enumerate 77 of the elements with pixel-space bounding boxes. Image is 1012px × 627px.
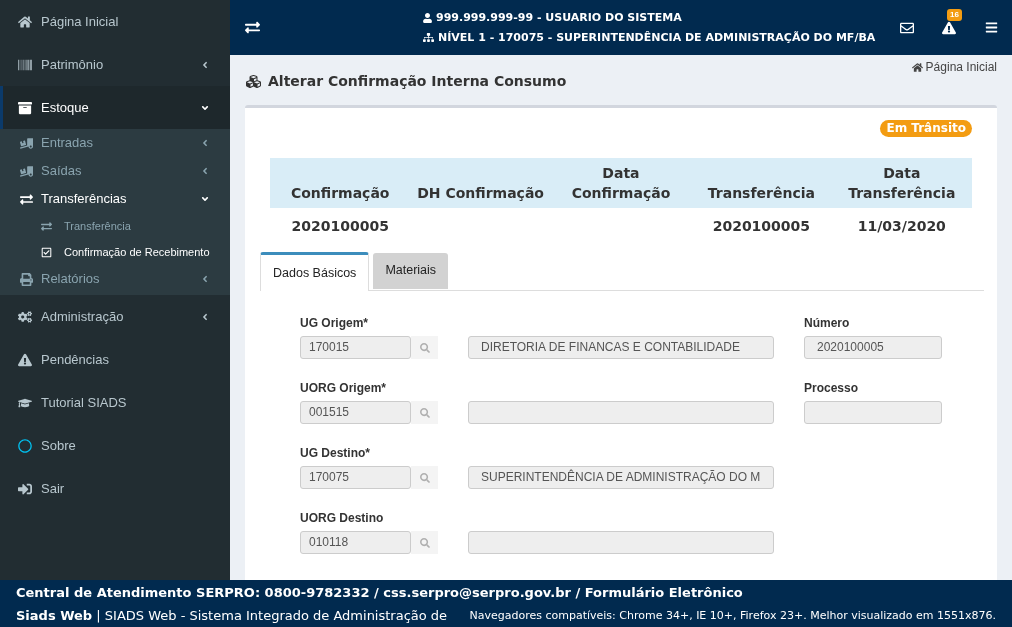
description-field[interactable] (468, 531, 774, 554)
table-cell: 2020100005 (291, 218, 389, 234)
sidebar-item[interactable]: Estoque (0, 86, 230, 129)
printer-icon (20, 272, 33, 286)
search-icon (419, 407, 430, 418)
user-name: 999.999.999-99 - USUARIO DO SISTEMA (436, 10, 682, 25)
code-field[interactable]: 010118 (300, 531, 411, 554)
cubes-icon (245, 73, 262, 89)
exchange-arrows-icon (245, 20, 260, 35)
field-label: UG Origem* (300, 315, 368, 332)
gears-icon (18, 309, 32, 324)
system-name-text: Siads Web | SIADS Web - Sistema Integrado de Administração de (16, 607, 448, 625)
search-button[interactable] (411, 401, 438, 424)
archive-box-icon (18, 100, 32, 115)
submenu-item[interactable]: Transferências (0, 185, 230, 213)
text-field[interactable] (804, 401, 942, 424)
exchange-arrows-icon (20, 192, 33, 206)
contact-text: Central de Atendimento SERPRO: 0800-9782332 / css.serpro@serpro.gov.br / Formulário Eletrônico (16, 584, 743, 602)
field-label: UORG Origem* (300, 380, 386, 397)
tab[interactable]: Materiais (373, 253, 449, 289)
field-label: UG Destino* (300, 445, 370, 462)
user-icon (423, 12, 432, 23)
sidebar-item[interactable]: Pendências (0, 338, 230, 381)
field-label: Processo (804, 380, 859, 397)
column-header: Data Confirmação (571, 165, 671, 201)
exchange-arrows-icon (41, 220, 52, 232)
column-header: Transferência (707, 185, 815, 201)
field-label: UORG Destino (300, 510, 384, 527)
sitemap-icon (423, 32, 434, 43)
field-label: Número (804, 315, 850, 332)
hand-truck-icon (20, 164, 33, 178)
code-field[interactable]: 170015 (300, 336, 411, 359)
search-button[interactable] (411, 466, 438, 489)
description-field[interactable] (468, 401, 774, 424)
envelope-icon (900, 20, 914, 35)
tab[interactable]: Dados Básicos (260, 252, 370, 291)
search-button[interactable] (411, 336, 438, 359)
column-header: Confirmação (290, 185, 390, 201)
sidebar-item[interactable]: Página Inicial (0, 0, 230, 43)
submenu-item[interactable]: Saídas (0, 157, 230, 185)
submenu-item[interactable]: Transferência (0, 213, 230, 239)
warning-icon (942, 20, 956, 35)
submenu-item[interactable]: Relatórios (0, 265, 230, 293)
submenu-item[interactable]: Entradas (0, 129, 230, 157)
status-badge: Em Trânsito (880, 120, 972, 137)
sidebar-item[interactable]: Sobre (0, 424, 230, 467)
column-header: Data Transferência (848, 165, 956, 201)
page-title: Alterar Confirmação Interna Consumo (268, 71, 567, 91)
sidebar-item[interactable]: Tutorial SIADS (0, 381, 230, 424)
browser-support-text: Navegadores compatíveis: Chrome 34+, IE 10+, Firefox 23+. Melhor visualizado em 1551x876. (469, 608, 996, 624)
code-field[interactable]: 170075 (300, 466, 411, 489)
breadcrumb-link[interactable]: Página Inicial (911, 58, 997, 76)
search-icon (419, 342, 430, 353)
code-field[interactable]: 001515 (300, 401, 411, 424)
search-icon (419, 472, 430, 483)
sidebar-item[interactable]: Patrimônio (0, 43, 230, 86)
text-field[interactable]: 2020100005 (804, 336, 942, 359)
home-icon (911, 61, 923, 73)
submenu-item[interactable]: Confirmação de Recebimento (0, 239, 230, 265)
menu-icon (984, 21, 998, 34)
search-button[interactable] (411, 531, 438, 554)
sidebar-item[interactable]: Sair (0, 467, 230, 510)
notification-badge: 16 (947, 9, 962, 21)
barcode-icon (18, 57, 32, 72)
description-field[interactable]: DIRETORIA DE FINANCAS E CONTABILIDADE (468, 336, 774, 359)
warning-icon (18, 352, 32, 367)
hand-truck-icon (20, 136, 33, 150)
column-header: DH Confirmação (417, 185, 544, 201)
table-cell: 2020100005 (712, 218, 811, 234)
description-field[interactable]: SUPERINTENDÊNCIA DE ADMINISTRAÇÃO DO M (468, 466, 774, 489)
sidebar-item[interactable]: Administração (0, 295, 230, 338)
search-icon (419, 537, 430, 548)
table-cell: 11/03/2020 (857, 218, 946, 234)
arrow-into-door-icon (18, 481, 32, 496)
checkbox-icon (41, 246, 52, 258)
unit-name: NÍVEL 1 - 170075 - SUPERINTENDÊNCIA DE ADMINISTRAÇÃO DO MF/BA (438, 30, 876, 45)
home-icon (18, 14, 32, 29)
